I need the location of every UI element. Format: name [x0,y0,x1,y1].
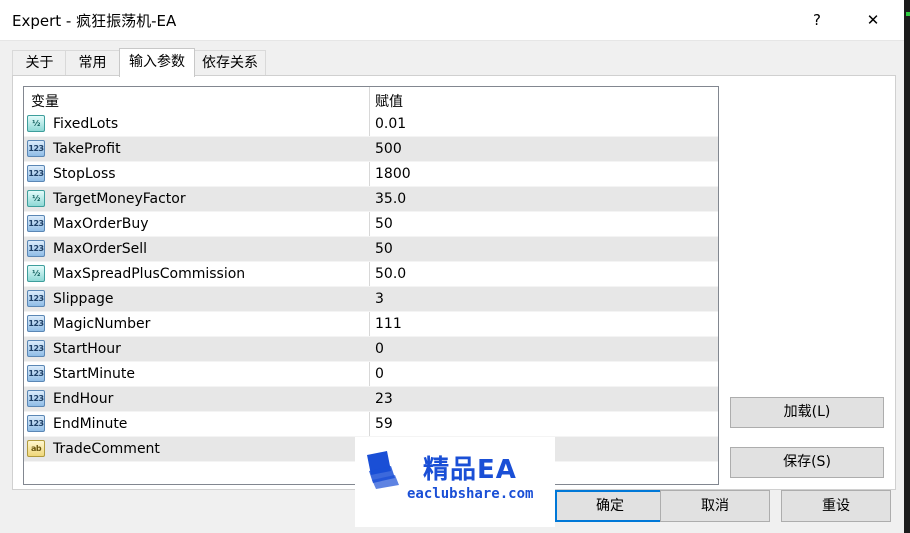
integer-icon: 123 [27,290,45,307]
table-row[interactable]: ½ TargetMoneyFactor 35.0 [24,187,718,212]
watermark-title: 精品EA [423,455,517,485]
integer-icon: 123 [27,365,45,382]
table-row[interactable]: 123 StartHour 0 [24,337,718,362]
param-name: MagicNumber [53,316,151,332]
fraction-icon: ½ [27,265,45,282]
table-row[interactable]: 123 Slippage 3 [24,287,718,312]
param-name: MaxOrderSell [53,241,148,257]
param-value[interactable]: 50 [375,241,393,257]
param-value[interactable]: 3 [375,291,384,307]
table-row[interactable]: 123 EndHour 23 [24,387,718,412]
watermark: 精品EA eaclubshare.com [355,437,555,527]
close-icon: ✕ [866,11,880,29]
table-row[interactable]: ½ FixedLots 0.01 [24,112,718,137]
table-row[interactable]: 123 StopLoss 1800 [24,162,718,187]
param-name: TradeComment [53,441,160,457]
integer-icon: 123 [27,215,45,232]
watermark-logo-icon [367,451,399,489]
table-row[interactable]: ½ MaxSpreadPlusCommission 50.0 [24,262,718,287]
tab-dependencies[interactable]: 依存关系 [194,50,266,76]
inputs-table[interactable]: 变量 赋值 ½ FixedLots 0.01 123 TakeProfit 500 123 S… [23,86,719,485]
param-name: StopLoss [53,166,116,182]
param-value[interactable]: 0.01 [375,116,406,132]
param-name: EndMinute [53,416,128,432]
param-name: StartHour [53,341,121,357]
help-icon: ? [813,11,821,29]
param-value[interactable]: 50.0 [375,266,406,282]
tab-inputs[interactable]: 输入参数 [119,48,195,77]
integer-icon: 123 [27,165,45,182]
tab-about[interactable]: 关于 [12,50,67,76]
title-bar: Expert - 疯狂振荡机-EA ? ✕ [0,0,910,41]
tab-common[interactable]: 常用 [65,50,120,76]
param-value[interactable]: 111 [375,316,402,332]
integer-icon: 123 [27,240,45,257]
save-button[interactable]: 保存(S) [730,447,884,478]
table-row[interactable]: 123 MagicNumber 111 [24,312,718,337]
param-value[interactable]: 500 [375,141,402,157]
cancel-button[interactable]: 取消 [660,490,770,522]
table-row[interactable]: 123 MaxOrderSell 50 [24,237,718,262]
param-value[interactable]: 35.0 [375,191,406,207]
watermark-url: eaclubshare.com [407,486,534,502]
reset-button[interactable]: 重设 [781,490,891,522]
param-value[interactable]: 0 [375,366,384,382]
ok-button[interactable]: 确定 [555,490,665,522]
table-row[interactable]: 123 StartMinute 0 [24,362,718,387]
param-value[interactable]: 1800 [375,166,411,182]
load-button[interactable]: 加载(L) [730,397,884,428]
param-name: EndHour [53,391,114,407]
param-name: MaxSpreadPlusCommission [53,266,246,282]
param-name: TargetMoneyFactor [53,191,186,207]
column-header-variable[interactable]: 变量 [31,91,59,111]
string-icon: ab [27,440,45,457]
param-value[interactable]: 23 [375,391,393,407]
background-window-edge [904,0,910,533]
integer-icon: 123 [27,390,45,407]
help-button[interactable]: ? [794,0,840,40]
param-value[interactable]: 59 [375,416,393,432]
table-body: ½ FixedLots 0.01 123 TakeProfit 500 123 StopLos… [24,112,718,462]
param-name: MaxOrderBuy [53,216,149,232]
background-window-marker [906,12,910,16]
table-row[interactable]: 123 MaxOrderBuy 50 [24,212,718,237]
param-name: Slippage [53,291,114,307]
fraction-icon: ½ [27,190,45,207]
integer-icon: 123 [27,315,45,332]
column-header-value[interactable]: 赋值 [375,91,403,111]
table-header: 变量 赋值 [24,87,718,112]
table-row[interactable]: 123 TakeProfit 500 [24,137,718,162]
param-value[interactable]: 0 [375,341,384,357]
integer-icon: 123 [27,140,45,157]
param-value[interactable]: 50 [375,216,393,232]
table-row[interactable]: 123 EndMinute 59 [24,412,718,437]
param-name: StartMinute [53,366,136,382]
window-title: Expert - 疯狂振荡机-EA [12,12,177,30]
close-button[interactable]: ✕ [850,0,896,40]
integer-icon: 123 [27,415,45,432]
integer-icon: 123 [27,340,45,357]
param-name: TakeProfit [53,141,121,157]
param-name: FixedLots [53,116,119,132]
fraction-icon: ½ [27,115,45,132]
